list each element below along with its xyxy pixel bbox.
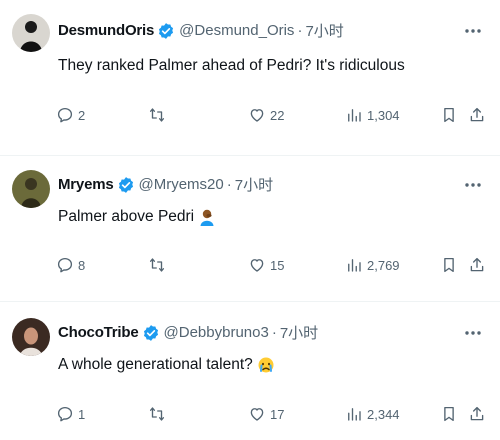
bookmark-button[interactable] — [440, 106, 458, 124]
like-count: 17 — [270, 406, 285, 422]
share-icon — [470, 406, 484, 421]
view-count: 2,344 — [367, 406, 400, 422]
action-bar: 2 22 1,304 — [0, 106, 500, 128]
tweet-2[interactable]: Mryems @Mryems20 · 7小时 Palmer above Pedr… — [0, 156, 500, 302]
separator-dot: · — [271, 324, 277, 341]
views-button[interactable]: 2,769 — [345, 256, 400, 274]
tweet-text: A whole generational talent? — [58, 356, 275, 374]
separator-dot: · — [226, 176, 232, 193]
share-icon — [470, 257, 484, 272]
like-button[interactable]: 15 — [248, 256, 284, 274]
action-bar: 8 15 2,769 — [0, 256, 500, 278]
tweet-text-content: Palmer above Pedri — [58, 208, 195, 225]
separator-dot: · — [297, 22, 303, 39]
reply-button[interactable]: 2 — [56, 106, 85, 124]
view-count: 1,304 — [367, 107, 400, 123]
verified-badge-icon — [117, 176, 135, 194]
reply-count: 1 — [78, 406, 86, 422]
timestamp[interactable]: 7小时 — [305, 20, 343, 41]
retweet-button[interactable] — [148, 106, 166, 124]
tweet-3[interactable]: ChocoTribe @Debbybruno3 · 7小时 A whole ge… — [0, 302, 500, 440]
tweet-text-content: A whole generational talent? — [58, 356, 253, 373]
view-count: 2,769 — [367, 257, 400, 273]
reply-button[interactable]: 8 — [56, 256, 85, 274]
avatar[interactable] — [12, 170, 50, 208]
reply-button[interactable]: 1 — [56, 405, 85, 423]
views-button[interactable]: 1,304 — [345, 106, 400, 124]
display-name[interactable]: DesmundOris — [58, 22, 154, 39]
user-handle[interactable]: @Debbybruno3 — [164, 324, 269, 341]
retweet-button[interactable] — [148, 405, 166, 423]
verified-badge-icon — [157, 22, 175, 40]
share-icon — [470, 107, 484, 122]
share-button[interactable] — [468, 106, 486, 124]
tweet-text: Palmer above Pedri — [58, 208, 216, 226]
views-chart-icon — [348, 259, 361, 272]
tweet-header: DesmundOris @Desmund_Oris · 7小时 — [58, 20, 344, 41]
retweet-icon — [149, 407, 165, 421]
bookmark-button[interactable] — [440, 405, 458, 423]
retweet-icon — [149, 108, 165, 122]
like-button[interactable]: 17 — [248, 405, 284, 423]
tweet-text: They ranked Palmer ahead of Pedri? It's … — [58, 57, 405, 75]
bookmark-icon — [444, 107, 454, 123]
verified-badge-icon — [142, 324, 160, 342]
like-count: 15 — [270, 257, 285, 273]
more-options-icon[interactable] — [464, 22, 482, 40]
tweet-text-content: They ranked Palmer ahead of Pedri? It's … — [58, 57, 405, 74]
share-button[interactable] — [468, 256, 486, 274]
reply-count: 8 — [78, 257, 86, 273]
views-button[interactable]: 2,344 — [345, 405, 400, 423]
person-facepalming-emoji — [198, 208, 216, 226]
reply-icon — [57, 257, 73, 273]
retweet-button[interactable] — [148, 256, 166, 274]
views-chart-icon — [348, 109, 361, 122]
user-handle[interactable]: @Desmund_Oris — [179, 22, 294, 39]
action-bar: 1 17 2,344 — [0, 405, 500, 427]
tweet-1[interactable]: DesmundOris @Desmund_Oris · 7小时 They ran… — [0, 0, 500, 156]
user-handle[interactable]: @Mryems20 — [139, 176, 224, 193]
share-button[interactable] — [468, 405, 486, 423]
avatar[interactable] — [12, 318, 50, 356]
bookmark-icon — [444, 257, 454, 273]
bookmark-button[interactable] — [440, 256, 458, 274]
like-count: 22 — [270, 107, 285, 123]
crying-face-emoji — [257, 356, 275, 374]
tweet-header: ChocoTribe @Debbybruno3 · 7小时 — [58, 322, 318, 343]
display-name[interactable]: Mryems — [58, 176, 114, 193]
like-button[interactable]: 22 — [248, 106, 284, 124]
more-options-icon[interactable] — [464, 324, 482, 342]
views-chart-icon — [348, 408, 361, 421]
reply-count: 2 — [78, 107, 86, 123]
avatar[interactable] — [12, 14, 50, 52]
bookmark-icon — [444, 406, 454, 422]
reply-icon — [57, 406, 73, 422]
tweet-header: Mryems @Mryems20 · 7小时 — [58, 174, 273, 195]
reply-icon — [57, 107, 73, 123]
heart-icon — [250, 408, 264, 421]
heart-icon — [250, 259, 264, 272]
heart-icon — [250, 109, 264, 122]
timestamp[interactable]: 7小时 — [235, 174, 273, 195]
more-options-icon[interactable] — [464, 176, 482, 194]
timestamp[interactable]: 7小时 — [280, 322, 318, 343]
retweet-icon — [149, 258, 165, 272]
display-name[interactable]: ChocoTribe — [58, 324, 139, 341]
